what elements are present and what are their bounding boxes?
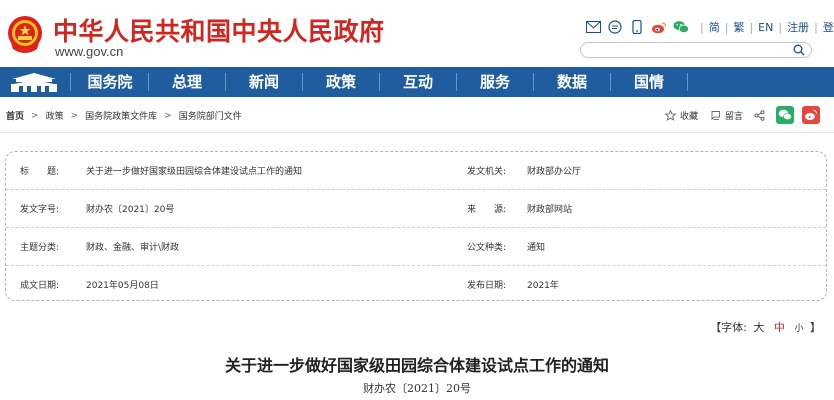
login-link[interactable]: 登录 — [823, 19, 834, 35]
doc-type-value: 通知 — [527, 243, 546, 253]
breadcrumb-home[interactable]: 首页 — [6, 109, 24, 122]
breadcrumb-department-docs[interactable]: 国务院部门文件 — [179, 109, 242, 122]
breadcrumb-separator: > — [164, 110, 172, 121]
nav-item-services[interactable]: 服务 — [457, 67, 533, 97]
share-icon[interactable] — [753, 109, 765, 121]
topic-value: 财政、金融、审计\财政 — [86, 243, 180, 253]
nav-item-national-info[interactable]: 国情 — [611, 67, 687, 97]
nav-divider — [70, 73, 71, 91]
font-large-button[interactable]: 大 — [753, 321, 764, 334]
written-date-label: 成文日期: — [20, 281, 60, 291]
info-row: 标 题: 关于进一步做好国家级田园综合体建设试点工作的通知 发文机关: 财政部办… — [6, 152, 826, 190]
traditional-chinese-link[interactable]: 繁 — [733, 19, 744, 35]
nav-item-policy[interactable]: 政策 — [303, 67, 379, 97]
weibo-icon[interactable] — [651, 20, 667, 34]
info-row: 主题分类: 财政、金融、审计\财政 公文种类: 通知 — [6, 228, 826, 266]
site-header: 中华人民共和国中央人民政府 www.gov.cn | 简 | 繁 | EN | … — [0, 0, 834, 66]
doc-type-label: 公文种类: — [467, 243, 507, 253]
nav-item-news[interactable]: 新闻 — [226, 67, 302, 97]
main-nav: 国务院 总理 新闻 政策 互动 服务 数据 国情 — [0, 67, 834, 97]
issuer-label: 发文机关: — [467, 167, 507, 177]
breadcrumb-policy[interactable]: 政策 — [46, 109, 64, 122]
star-icon[interactable] — [665, 109, 677, 121]
tiananmen-icon[interactable] — [0, 67, 68, 97]
written-date-value: 2021年05月08日 — [86, 281, 159, 291]
wechat-icon[interactable] — [673, 20, 689, 34]
wechat-share-button[interactable] — [776, 106, 794, 124]
title-label: 标 题: — [20, 167, 60, 177]
title-value: 关于进一步做好国家级田园综合体建设试点工作的通知 — [86, 167, 303, 177]
nav-divider — [687, 73, 688, 91]
nav-item-interaction[interactable]: 互动 — [380, 67, 456, 97]
comment-icon[interactable] — [710, 109, 722, 121]
site-url[interactable]: www.gov.cn — [55, 44, 123, 59]
divider-line — [0, 132, 834, 133]
doc-number-value: 财办农〔2021〕20号 — [86, 205, 175, 215]
nav-item-data[interactable]: 数据 — [534, 67, 610, 97]
nav-item-state-council[interactable]: 国务院 — [72, 67, 148, 97]
favorite-button[interactable]: 收藏 — [680, 109, 698, 122]
simplified-chinese-link[interactable]: 简 — [709, 19, 720, 35]
toolbar-divider: | — [749, 20, 754, 34]
wechat-icon — [778, 109, 792, 121]
english-link[interactable]: EN — [758, 21, 773, 34]
share-bar: 收藏 留言 — [665, 106, 820, 124]
document-info-table: 标 题: 关于进一步做好国家级田园综合体建设试点工作的通知 发文机关: 财政部办… — [5, 151, 827, 301]
nav-item-premier[interactable]: 总理 — [149, 67, 225, 97]
doc-number-label: 发文字号: — [20, 205, 60, 215]
breadcrumb-policy-library[interactable]: 国务院政策文件库 — [85, 109, 157, 122]
message-icon[interactable] — [607, 20, 623, 34]
font-size-suffix: 】 — [810, 321, 821, 334]
document-title: 关于进一步做好国家级田园综合体建设试点工作的通知 — [224, 356, 609, 375]
publish-date-label: 发布日期: — [467, 281, 507, 291]
publish-date-value: 2021年 — [527, 281, 559, 291]
breadcrumb-separator: > — [31, 110, 39, 121]
topic-label: 主题分类: — [20, 243, 60, 253]
font-small-button[interactable]: 小 — [794, 324, 803, 334]
header-toolbar: | 简 | 繁 | EN | 注册 | 登录 — [585, 18, 834, 36]
document-number: 财办农〔2021〕20号 — [363, 382, 471, 395]
mobile-icon[interactable] — [629, 20, 645, 34]
source-label: 来 源: — [467, 205, 507, 215]
toolbar-divider: | — [700, 20, 704, 34]
breadcrumb: 首页 > 政策 > 国务院政策文件库 > 国务院部门文件 — [6, 109, 242, 123]
search-input[interactable] — [580, 42, 812, 58]
comment-button[interactable]: 留言 — [725, 109, 743, 122]
info-row: 发文字号: 财办农〔2021〕20号 来 源: 财政部网站 — [6, 190, 826, 228]
font-medium-button[interactable]: 中 — [774, 321, 785, 334]
national-emblem-icon[interactable] — [5, 13, 45, 57]
breadcrumb-separator: > — [70, 110, 79, 121]
mail-icon[interactable] — [585, 20, 601, 34]
search-icon[interactable] — [793, 44, 805, 56]
info-row: 成文日期: 2021年05月08日 发布日期: 2021年 — [6, 266, 826, 304]
toolbar-divider: | — [724, 20, 729, 34]
font-size-prefix: 【字体: — [710, 321, 747, 334]
toolbar-divider: | — [814, 20, 818, 34]
source-value: 财政部网站 — [527, 205, 573, 215]
toolbar-divider: | — [778, 20, 783, 34]
register-link[interactable]: 注册 — [787, 19, 809, 35]
site-title[interactable]: 中华人民共和国中央人民政府 — [53, 12, 385, 48]
issuer-value: 财政部办公厅 — [527, 167, 582, 177]
weibo-share-button[interactable] — [802, 106, 820, 124]
font-size-control: 【字体: 大 中 小 】 — [710, 319, 821, 335]
weibo-icon — [805, 109, 818, 121]
